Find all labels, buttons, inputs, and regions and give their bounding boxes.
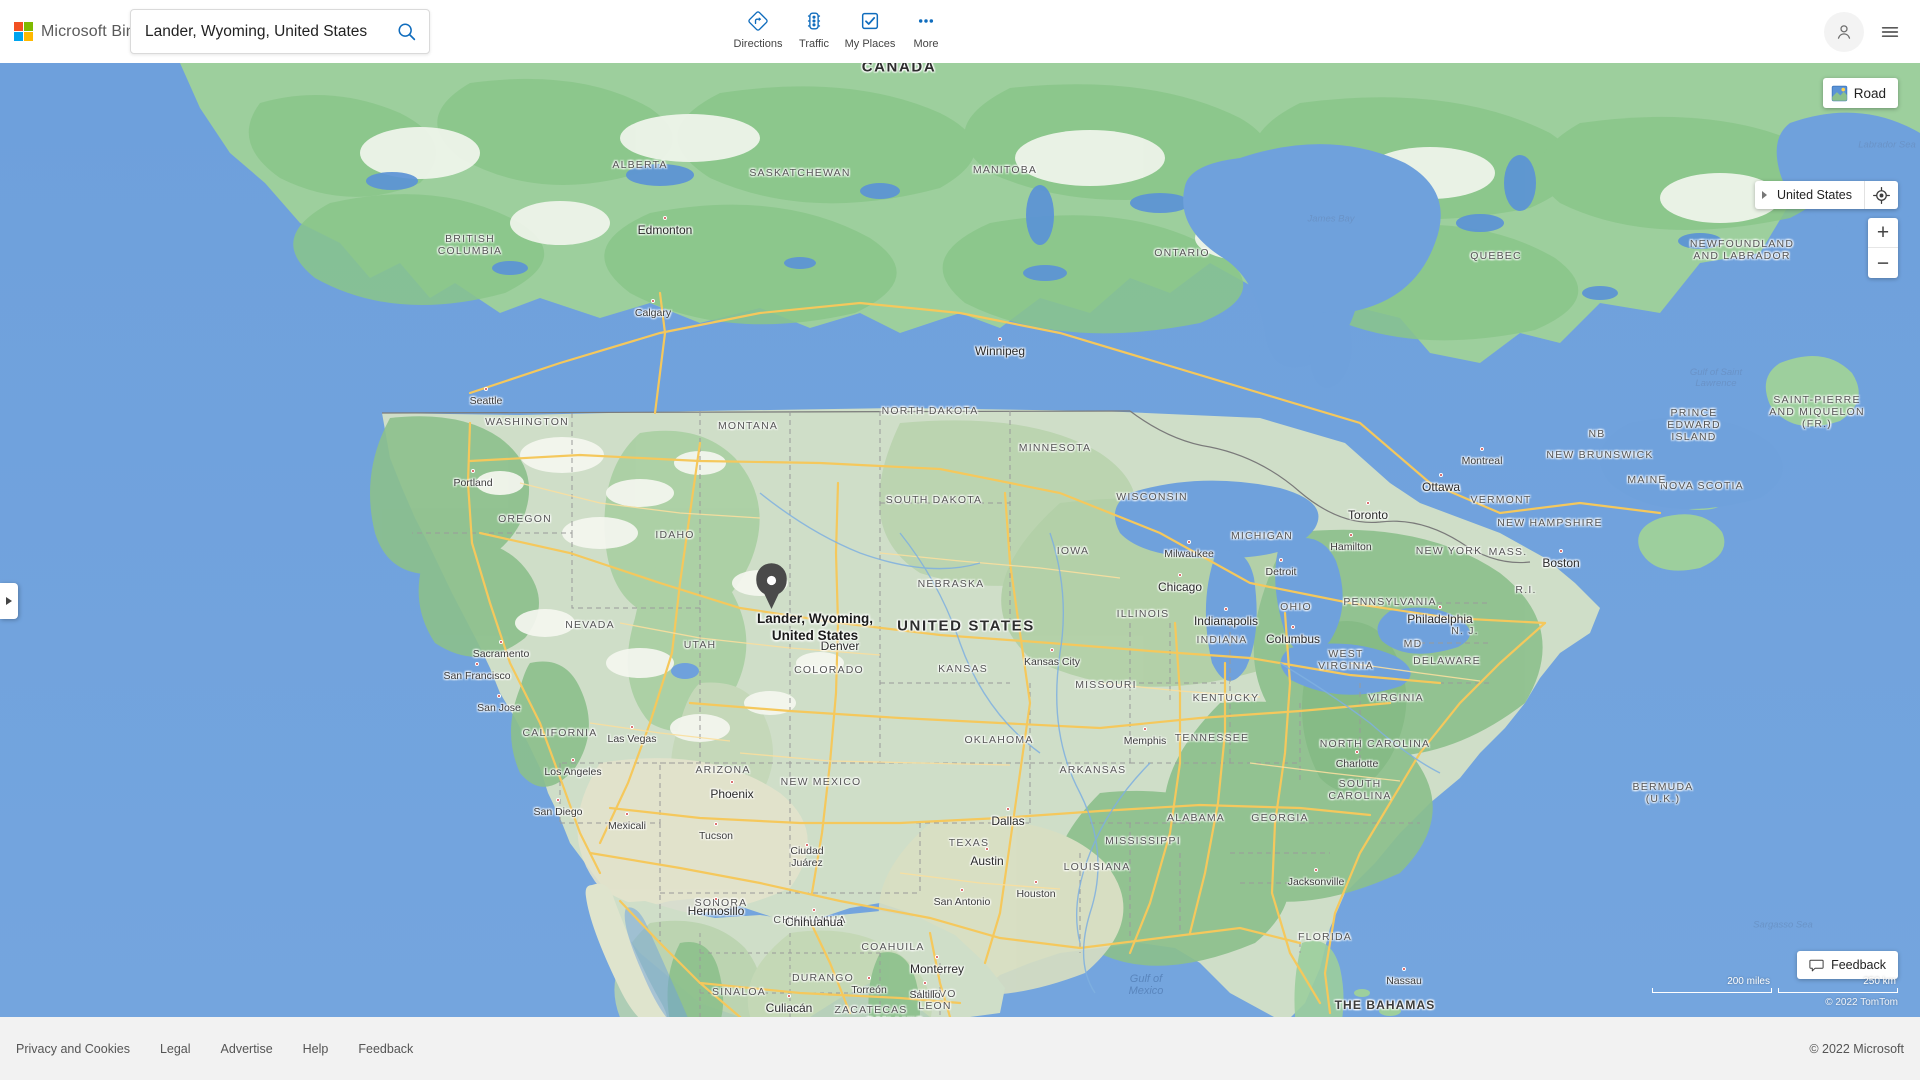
bing-logo-label: Microsoft Bing — [41, 22, 144, 40]
tool-traffic[interactable]: Traffic — [786, 5, 842, 50]
map-data-attribution: © 2022 TomTom — [1825, 997, 1898, 1008]
side-panel-toggle[interactable] — [0, 583, 18, 619]
tool-more-label: More — [913, 38, 939, 50]
footer-link-advertise[interactable]: Advertise — [221, 1042, 273, 1056]
search-button[interactable] — [383, 10, 429, 53]
footer-link-privacy-and-cookies[interactable]: Privacy and Cookies — [16, 1042, 130, 1056]
footer-link-legal[interactable]: Legal — [160, 1042, 191, 1056]
hamburger-menu-icon — [1881, 26, 1899, 37]
traffic-light-icon — [803, 9, 825, 33]
scale-km-line — [1778, 988, 1898, 993]
scale-km: 250 km — [1778, 976, 1898, 993]
scale-km-label: 250 km — [1863, 976, 1896, 987]
region-expand-button[interactable] — [1755, 181, 1775, 209]
person-icon — [1837, 24, 1851, 39]
scale-miles-label: 200 miles — [1727, 976, 1770, 987]
app-footer: Privacy and Cookies Legal Advertise Help Fee… — [0, 1017, 1920, 1080]
tool-directions[interactable]: Directions — [730, 5, 786, 50]
map-marker[interactable] — [753, 560, 790, 615]
account-button[interactable] — [1824, 11, 1864, 52]
zoom-controls[interactable]: + − — [1868, 218, 1898, 278]
locate-crosshair-icon — [1873, 186, 1890, 204]
region-label: United States — [1776, 188, 1852, 202]
map-pin-icon — [756, 563, 787, 609]
map-feedback-label: Feedback — [1831, 958, 1886, 972]
map-feedback-button[interactable]: Feedback — [1797, 951, 1898, 979]
speech-bubble-icon — [1809, 959, 1824, 971]
locate-me-button[interactable] — [1864, 181, 1898, 209]
scale-miles: 200 miles — [1652, 976, 1772, 993]
bing-logo[interactable]: Microsoft Bing — [14, 22, 144, 41]
tool-my-places[interactable]: My Places — [842, 5, 898, 50]
footer-link-help[interactable]: Help — [303, 1042, 329, 1056]
scale-miles-line — [1652, 988, 1772, 993]
road-map-icon — [1831, 85, 1847, 101]
map-style-button[interactable]: Road — [1822, 78, 1898, 108]
tool-traffic-label: Traffic — [799, 38, 829, 50]
microsoft-logo-icon — [14, 22, 33, 41]
tool-more[interactable]: More — [898, 5, 954, 50]
footer-link-feedback[interactable]: Feedback — [358, 1042, 413, 1056]
ellipsis-icon — [915, 9, 937, 33]
header-right-actions — [1824, 0, 1910, 63]
checkbox-icon — [859, 9, 881, 33]
search-box[interactable] — [130, 9, 430, 54]
zoom-in-button[interactable]: + — [1868, 218, 1898, 248]
region-selector[interactable]: United States — [1754, 181, 1898, 209]
chevron-right-icon — [6, 597, 12, 605]
map-style-label: Road — [1853, 85, 1886, 101]
zoom-out-button[interactable]: − — [1868, 248, 1898, 278]
footer-links: Privacy and Cookies Legal Advertise Help Fee… — [16, 1042, 413, 1056]
search-input[interactable] — [131, 10, 383, 53]
map-scale-bar: 200 miles 250 km © 2022 TomTom — [1652, 976, 1898, 1008]
tool-directions-label: Directions — [733, 38, 783, 50]
directions-icon — [747, 9, 769, 33]
search-icon — [397, 23, 415, 41]
map-tiles — [0, 63, 1920, 1017]
tool-my-places-label: My Places — [844, 38, 896, 50]
footer-copyright: © 2022 Microsoft — [1809, 1041, 1904, 1056]
app-header: Microsoft Bing Directions — [0, 0, 1920, 63]
menu-button[interactable] — [1870, 12, 1910, 52]
chevron-right-icon — [1762, 191, 1768, 199]
map-tools-bar: Directions Traffic My Places More — [730, 5, 954, 50]
map-viewport[interactable]: CANADAUNITED STATESMEXICOTHE BAHAMASALBE… — [0, 63, 1920, 1017]
